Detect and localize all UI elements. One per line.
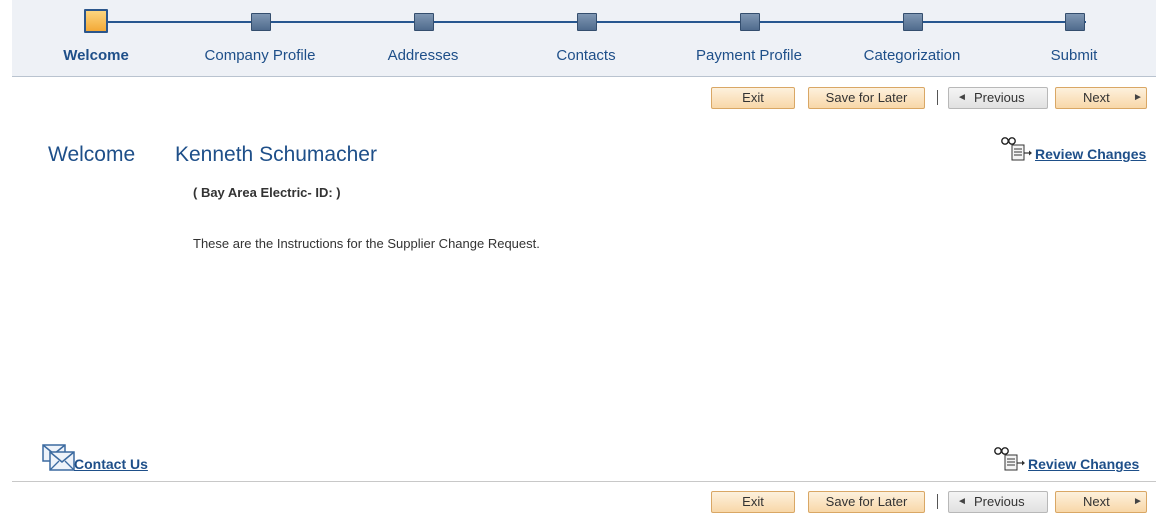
step-label: Company Profile bbox=[204, 47, 316, 64]
step-marker-icon bbox=[1065, 13, 1085, 31]
progress-train: Welcome Company Profile Addresses Contac… bbox=[12, 0, 1156, 77]
previous-arrow-icon: ◄ bbox=[957, 496, 967, 507]
step-marker-icon bbox=[577, 13, 597, 31]
review-changes-link-top[interactable]: Review Changes bbox=[1000, 136, 1146, 162]
step-marker-icon bbox=[251, 13, 271, 31]
next-arrow-icon: ► bbox=[1133, 496, 1143, 507]
review-changes-label: Review Changes bbox=[1035, 146, 1147, 162]
previous-arrow-icon: ◄ bbox=[957, 92, 967, 103]
step-marker-icon bbox=[414, 13, 434, 31]
previous-button-label: Previous bbox=[974, 90, 1025, 105]
review-changes-label: Review Changes bbox=[1028, 456, 1140, 472]
company-id-line: ( Bay Area Electric- ID: ) bbox=[193, 185, 341, 200]
contact-us-label: Contact Us bbox=[74, 456, 148, 472]
train-step-addresses[interactable]: Addresses bbox=[353, 0, 493, 76]
exit-button[interactable]: Exit bbox=[711, 87, 795, 109]
next-arrow-icon: ► bbox=[1133, 92, 1143, 103]
step-marker-icon bbox=[740, 13, 760, 31]
train-step-welcome[interactable]: Welcome bbox=[26, 0, 166, 76]
previous-button[interactable]: ◄ Previous bbox=[948, 491, 1048, 513]
previous-button-label: Previous bbox=[974, 494, 1025, 509]
save-for-later-button[interactable]: Save for Later bbox=[808, 491, 925, 513]
train-step-categorization[interactable]: Categorization bbox=[842, 0, 982, 76]
next-button-label: Next bbox=[1083, 90, 1110, 105]
step-label: Welcome bbox=[63, 47, 129, 64]
toolbar-separator bbox=[937, 494, 938, 509]
user-name: Kenneth Schumacher bbox=[175, 143, 377, 166]
contact-us-link[interactable]: Contact Us bbox=[42, 442, 148, 472]
footer-divider bbox=[12, 481, 1156, 482]
next-button[interactable]: Next ► bbox=[1055, 491, 1147, 513]
train-step-company-profile[interactable]: Company Profile bbox=[190, 0, 330, 76]
bottom-toolbar: Exit Save for Later ◄ Previous Next ► bbox=[0, 491, 1156, 515]
step-marker-current-icon bbox=[84, 9, 108, 33]
review-changes-icon bbox=[1001, 137, 1032, 161]
next-button[interactable]: Next ► bbox=[1055, 87, 1147, 109]
exit-button[interactable]: Exit bbox=[711, 491, 795, 513]
previous-button[interactable]: ◄ Previous bbox=[948, 87, 1048, 109]
step-label: Contacts bbox=[556, 47, 616, 64]
step-label: Submit bbox=[1050, 47, 1098, 64]
train-step-contacts[interactable]: Contacts bbox=[516, 0, 656, 76]
instructions-text: These are the Instructions for the Suppl… bbox=[193, 236, 540, 251]
review-changes-link-bottom[interactable]: Review Changes bbox=[993, 446, 1139, 472]
top-toolbar: Exit Save for Later ◄ Previous Next ► bbox=[0, 87, 1156, 111]
welcome-heading: Welcome bbox=[48, 143, 136, 166]
train-step-submit[interactable]: Submit bbox=[1004, 0, 1144, 76]
train-step-payment-profile[interactable]: Payment Profile bbox=[679, 0, 819, 76]
next-button-label: Next bbox=[1083, 494, 1110, 509]
step-marker-icon bbox=[903, 13, 923, 31]
step-label: Payment Profile bbox=[696, 47, 802, 64]
toolbar-separator bbox=[937, 90, 938, 105]
review-changes-icon bbox=[994, 447, 1025, 471]
envelope-icon bbox=[42, 444, 75, 471]
save-for-later-button[interactable]: Save for Later bbox=[808, 87, 925, 109]
step-label: Categorization bbox=[863, 47, 961, 64]
step-label: Addresses bbox=[387, 47, 459, 64]
